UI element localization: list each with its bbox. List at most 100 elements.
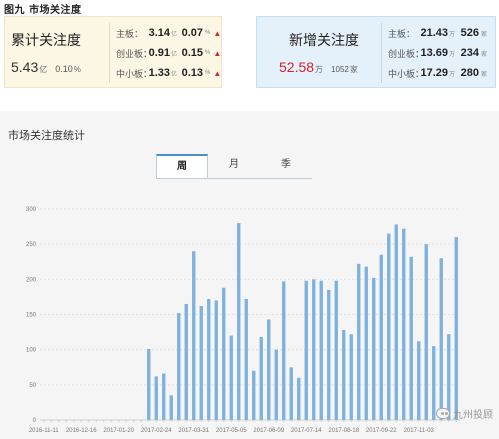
bar — [252, 370, 256, 420]
x-tick-label: 2017-09-22 — [366, 428, 397, 434]
bar — [222, 287, 226, 420]
new-attention-total: 52.58万 1052家 — [279, 59, 358, 75]
bar — [267, 319, 271, 420]
bar — [364, 266, 368, 420]
stat-label: 主板： — [388, 28, 416, 39]
bar — [192, 251, 196, 420]
bar — [237, 223, 241, 420]
new-total-unit: 万 — [315, 65, 324, 74]
x-tick-label: 2017-07-14 — [291, 428, 322, 434]
stat-row-main-board: 主板： 21.43 万 526 家 — [388, 23, 494, 43]
cumulative-attention-total: 5.43亿 0.10% — [11, 59, 81, 75]
arrow-up-icon: ▲ — [213, 28, 222, 38]
new-total-value: 52.58 — [279, 59, 315, 75]
bar — [432, 346, 436, 420]
y-tick-label: 100 — [26, 348, 37, 354]
new-board-stats: 主板： 21.43 万 526 家 创业板： 13.69 万 234 家 中小板… — [388, 23, 494, 83]
stat-unit: 万 — [449, 31, 456, 38]
bar — [394, 224, 398, 420]
stat-value: 21.43 — [420, 27, 448, 39]
stat-value: 3.14 — [148, 27, 170, 39]
y-tick-label: 250 — [26, 242, 37, 248]
y-tick-label: 50 — [29, 383, 36, 389]
bar — [304, 280, 308, 420]
cumulative-attention-title: 累计关注度 — [11, 32, 81, 48]
stat-row-gem-board: 创业板： 0.91 亿 0.15 % ▲ — [116, 43, 222, 63]
bar — [274, 349, 278, 420]
market-attention-chart-panel: 市场关注度统计 周 月 季 0 50 100 150 200 250 300 2016-11-… — [0, 111, 499, 439]
stat-unit: 万 — [449, 71, 456, 78]
bar — [162, 373, 166, 420]
figure-caption: 图九 市场关注度 — [4, 5, 82, 16]
y-tick-label: 150 — [26, 313, 37, 319]
new-attention-title: 新增关注度 — [289, 32, 359, 48]
watermark: 九州投顾 — [436, 406, 493, 421]
stat-value: 0.91 — [148, 47, 170, 59]
stat-count: 280 — [460, 67, 479, 79]
y-tick-label: 300 — [26, 207, 37, 213]
x-tick-label: 2017-01-20 — [103, 428, 134, 434]
bar — [409, 256, 413, 420]
stat-pct: 0.15 — [181, 47, 203, 59]
bar — [229, 335, 233, 420]
x-tick-label: 2016-12-16 — [66, 428, 97, 434]
bar — [214, 300, 218, 420]
bar — [334, 280, 338, 420]
bar — [357, 263, 361, 420]
bar — [259, 337, 263, 420]
bar — [372, 277, 376, 420]
bar — [387, 233, 391, 420]
stat-row-gem-board: 创业板： 13.69 万 234 家 — [388, 43, 494, 63]
bar — [439, 258, 443, 420]
new-total-count-unit: 家 — [349, 65, 358, 74]
bar — [289, 367, 293, 420]
bar — [244, 299, 248, 420]
stat-value: 1.33 — [148, 67, 170, 79]
bar — [199, 306, 203, 420]
stat-pct-unit: % — [205, 50, 211, 56]
new-total-count: 1052 — [331, 65, 349, 74]
stat-row-sme-board: 中小板： 17.29 万 280 家 — [388, 63, 494, 83]
bar — [319, 280, 323, 420]
panel-divider — [381, 23, 382, 83]
stat-pct: 0.07 — [181, 27, 203, 39]
stat-unit: 亿 — [171, 71, 178, 78]
stat-unit: 亿 — [171, 51, 178, 58]
stat-count: 526 — [460, 27, 479, 39]
watermark-text: 九州投顾 — [453, 410, 493, 421]
stat-label: 中小板： — [388, 68, 425, 79]
x-tick-label: 2017-03-31 — [178, 428, 209, 434]
stat-row-main-board: 主板： 3.14 亿 0.07 % ▲ — [116, 23, 222, 43]
x-tick-label: 2017-11-03 — [404, 428, 435, 434]
x-tick-label: 2017-02-24 — [141, 428, 172, 434]
bar — [379, 254, 383, 420]
bar — [349, 334, 353, 420]
stat-label: 创业板： — [388, 48, 425, 59]
bar — [282, 281, 286, 420]
bar — [312, 279, 316, 420]
bar — [454, 237, 458, 420]
cumulative-total-unit: 亿 — [39, 65, 48, 74]
bar — [184, 303, 188, 420]
y-tick-label: 200 — [26, 277, 37, 283]
stat-unit: 万 — [449, 51, 456, 58]
stat-label: 创业板： — [116, 48, 153, 59]
bar — [147, 348, 151, 420]
arrow-up-icon: ▲ — [213, 48, 222, 58]
y-tick-label: 0 — [33, 418, 37, 424]
bar — [342, 329, 346, 420]
panel-divider — [109, 23, 110, 83]
stat-label: 中小板： — [116, 68, 153, 79]
stat-pct-unit: % — [205, 70, 211, 76]
bar — [417, 341, 421, 420]
stat-count-unit: 家 — [481, 71, 488, 78]
x-tick-label: 2017-05-05 — [216, 428, 247, 434]
stat-value: 13.69 — [420, 47, 448, 59]
bar — [424, 244, 428, 420]
stat-pct-unit: % — [205, 30, 211, 36]
cumulative-board-stats: 主板： 3.14 亿 0.07 % ▲ 创业板： 0.91 亿 0.15 % ▲… — [116, 23, 222, 83]
stat-unit: 亿 — [171, 31, 178, 38]
stat-label: 主板： — [116, 28, 144, 39]
bar — [154, 376, 158, 420]
x-tick-label: 2016-11-11 — [29, 428, 59, 434]
